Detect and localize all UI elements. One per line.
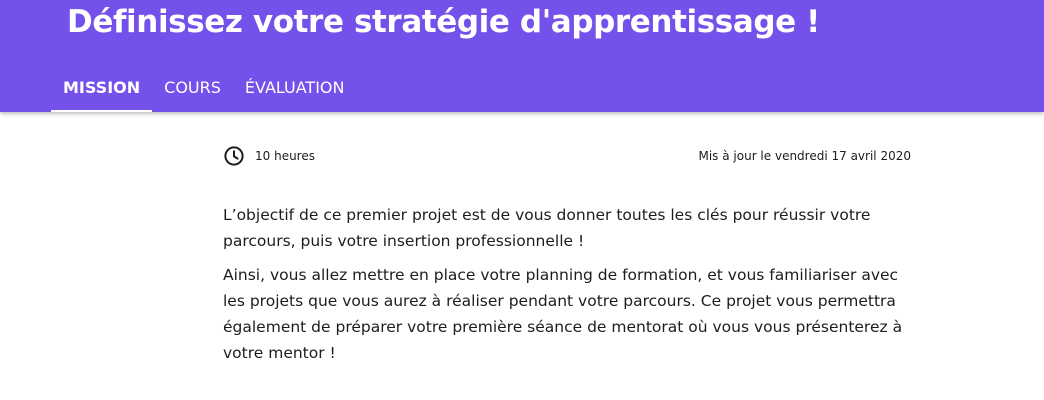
project-meta: 10 heures Mis à jour le vendredi 17 avri… bbox=[223, 144, 911, 168]
clock-icon bbox=[223, 145, 245, 167]
paragraph-intro: L’objectif de ce premier projet est de v… bbox=[223, 206, 871, 250]
tab-evaluation[interactable]: ÉVALUATION bbox=[233, 66, 357, 110]
page-title: Définissez votre stratégie d'apprentissa… bbox=[67, 4, 820, 40]
tab-mission[interactable]: MISSION bbox=[51, 66, 153, 112]
mission-description: L’objectif de ce premier projet est de v… bbox=[223, 202, 923, 374]
paragraph-details: Ainsi, vous allez mettre en place votre … bbox=[223, 266, 903, 362]
tab-cours[interactable]: COURS bbox=[152, 66, 233, 110]
duration-text: 10 heures bbox=[255, 149, 315, 163]
header-bar: Définissez votre stratégie d'apprentissa… bbox=[0, 0, 1044, 112]
updated-date: Mis à jour le vendredi 17 avril 2020 bbox=[698, 149, 911, 163]
duration: 10 heures bbox=[223, 144, 315, 168]
tab-bar: MISSION COURS ÉVALUATION bbox=[51, 66, 356, 112]
